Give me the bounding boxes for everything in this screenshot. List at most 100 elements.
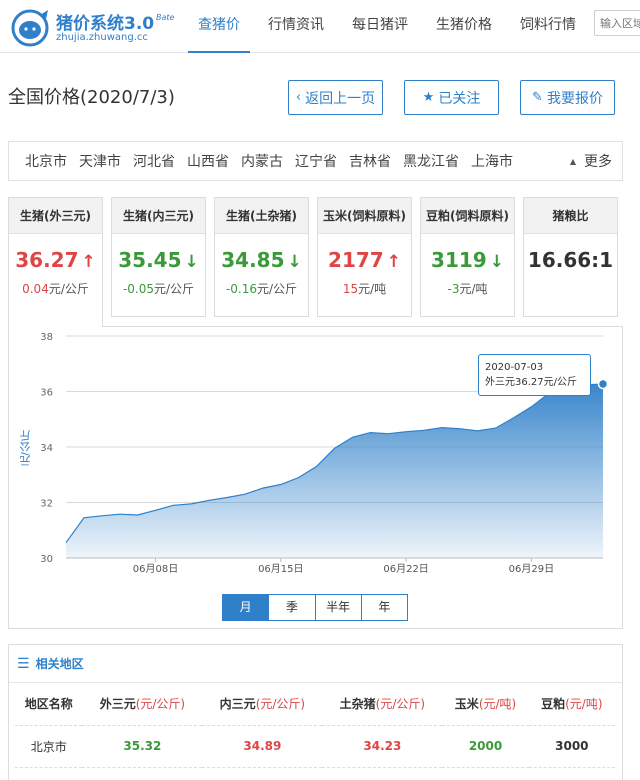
y-tick-label-4: 38 xyxy=(40,332,53,343)
column-header-5: 豆粕(元/吨) xyxy=(528,683,615,726)
price-change-value: -3 xyxy=(447,282,460,296)
region-bar: 北京市 天津市 河北省 山西省 内蒙古 辽宁省 吉林省 黑龙江省 上海市 ▲ 更多 xyxy=(8,141,623,181)
column-unit: (元/公斤) xyxy=(255,697,306,712)
report-price-button[interactable]: ✎ 我要报价 xyxy=(520,80,615,115)
price-card-0[interactable]: 生猪(外三元) 36.27 ↑ 0.04元/公斤 xyxy=(8,197,103,327)
y-tick-label-2: 34 xyxy=(40,443,53,454)
column-name: 地区名称 xyxy=(24,697,73,712)
table-row[interactable]: 北京市 35.32 34.89 34.23 2000 3000 xyxy=(15,725,615,768)
price-card-title: 猪粮比 xyxy=(524,198,617,234)
price-card-3[interactable]: 玉米(饲料原料) 2177 ↑ 15元/吨 xyxy=(317,197,412,317)
related-regions-title: 相关地区 xyxy=(35,657,84,671)
arrow-down-icon: ↓ xyxy=(184,252,199,272)
price-card-change: -0.16元/公斤 xyxy=(215,280,308,297)
edit-icon: ✎ xyxy=(532,90,543,105)
arrow-down-icon: ↓ xyxy=(489,252,504,272)
nav-item-4[interactable]: 饲料行情 xyxy=(510,0,586,53)
column-name: 豆粕 xyxy=(541,697,566,712)
more-regions-button[interactable]: ▲ 更多 xyxy=(570,142,612,180)
follow-button[interactable]: ★ 已关注 xyxy=(404,80,499,115)
arrow-up-icon: ↑ xyxy=(81,252,96,272)
region-item-4[interactable]: 内蒙古 xyxy=(241,151,283,171)
table-header-row: 地区名称 外三元(元/公斤) 内三元(元/公斤) 土杂猪(元/公斤) 玉米(元/吨) 豆粕… xyxy=(15,683,615,726)
price-card-value: 3119 ↓ xyxy=(421,248,514,272)
price-change-unit: 元/公斤 xyxy=(257,282,298,296)
chart-tooltip: 2020-07-03 外三元36.27元/公斤 xyxy=(478,354,591,396)
price-value-text: 16.66:1 xyxy=(527,248,614,272)
region-item-2[interactable]: 河北省 xyxy=(133,151,175,171)
price-card-title: 玉米(饲料原料) xyxy=(318,198,411,234)
follow-button-label: 已关注 xyxy=(438,90,481,107)
column-header-3: 土杂猪(元/公斤) xyxy=(322,683,443,726)
region-item-0[interactable]: 北京市 xyxy=(25,151,67,171)
y-tick-label-0: 30 xyxy=(40,554,53,565)
nav-item-1[interactable]: 行情资讯 xyxy=(258,0,334,53)
triangle-up-icon: ▲ xyxy=(569,156,576,166)
related-regions-table: 地区名称 外三元(元/公斤) 内三元(元/公斤) 土杂猪(元/公斤) 玉米(元/吨) 豆粕… xyxy=(15,683,615,768)
y-tick-label-1: 32 xyxy=(40,499,53,510)
price-value-text: 36.27 xyxy=(15,248,79,272)
table-cell-0: 北京市 xyxy=(15,725,83,768)
table-cell-1: 35.32 xyxy=(82,725,203,768)
price-card-1[interactable]: 生猪(内三元) 35.45 ↓ -0.05元/公斤 xyxy=(111,197,206,317)
price-change-unit: 元/吨 xyxy=(358,282,387,296)
x-tick-label-1: 06月15日 xyxy=(258,563,303,575)
column-name: 内三元 xyxy=(219,697,256,712)
region-item-6[interactable]: 吉林省 xyxy=(349,151,391,171)
top-header: 猪价系统3.0 Bate zhujia.zhuwang.cc 查猪价 行情资讯 每日… xyxy=(0,0,640,53)
region-search-input[interactable] xyxy=(594,10,640,36)
price-change-unit: 元/公斤 xyxy=(154,282,195,296)
chart-range-tabs: 月季半年年 xyxy=(222,594,408,621)
list-icon: ☰ xyxy=(17,655,30,672)
y-tick-label-3: 36 xyxy=(40,388,53,399)
price-cards: 生猪(外三元) 36.27 ↑ 0.04元/公斤 生猪(内三元) 35.45 ↓ -0.05元… xyxy=(8,197,623,327)
range-tab-0[interactable]: 月 xyxy=(223,595,270,620)
price-change-value: -0.05 xyxy=(122,282,154,296)
page-title: 全国价格(2020/7/3) xyxy=(8,87,175,108)
logo-title: 猪价系统3.0 xyxy=(56,14,155,34)
x-tick-label-2: 06月22日 xyxy=(383,563,428,575)
region-item-7[interactable]: 黑龙江省 xyxy=(403,151,459,171)
price-card-value: 16.66:1 xyxy=(524,248,617,272)
nav-item-2[interactable]: 每日猪评 xyxy=(342,0,418,53)
range-tab-2[interactable]: 半年 xyxy=(315,595,362,620)
nav-item-3[interactable]: 生猪价格 xyxy=(426,0,502,53)
region-item-5[interactable]: 辽宁省 xyxy=(295,151,337,171)
price-card-value: 35.45 ↓ xyxy=(112,248,205,272)
column-unit: (元/公斤) xyxy=(135,697,186,712)
region-item-1[interactable]: 天津市 xyxy=(79,151,121,171)
highlighted-point xyxy=(597,378,609,390)
price-card-2[interactable]: 生猪(土杂猪) 34.85 ↓ -0.16元/公斤 xyxy=(214,197,309,317)
chart-y-axis-label: 元/公斤 xyxy=(19,430,32,467)
price-card-title: 生猪(内三元) xyxy=(112,198,205,234)
back-button[interactable]: ‹ 返回上一页 xyxy=(288,80,383,115)
site-logo[interactable]: 猪价系统3.0 Bate zhujia.zhuwang.cc xyxy=(6,5,176,47)
price-card-5[interactable]: 猪粮比 16.66:1 xyxy=(523,197,618,317)
price-card-value: 2177 ↑ xyxy=(318,248,411,272)
region-item-8[interactable]: 上海市 xyxy=(471,151,513,171)
price-value-text: 35.45 xyxy=(118,248,182,272)
price-value-text: 3119 xyxy=(431,248,487,272)
price-card-title: 豆粕(饲料原料) xyxy=(421,198,514,234)
price-card-change: 0.04元/公斤 xyxy=(9,280,102,297)
range-tab-3[interactable]: 年 xyxy=(361,595,407,620)
range-tab-1[interactable]: 季 xyxy=(269,595,316,620)
column-header-4: 玉米(元/吨) xyxy=(442,683,529,726)
price-change-unit: 元/公斤 xyxy=(48,282,89,296)
price-card-value: 36.27 ↑ xyxy=(9,248,102,272)
price-card-value: 34.85 ↓ xyxy=(215,248,308,272)
x-tick-label-0: 06月08日 xyxy=(133,563,178,575)
price-card-4[interactable]: 豆粕(饲料原料) 3119 ↓ -3元/吨 xyxy=(420,197,515,317)
column-name: 土杂猪 xyxy=(339,697,376,712)
price-card-change: 15元/吨 xyxy=(318,280,411,297)
star-icon: ★ xyxy=(422,90,435,105)
more-regions-label: 更多 xyxy=(584,154,612,170)
column-header-2: 内三元(元/公斤) xyxy=(202,683,323,726)
report-price-label: 我要报价 xyxy=(546,90,603,107)
column-header-1: 外三元(元/公斤) xyxy=(82,683,203,726)
nav-item-0[interactable]: 查猪价 xyxy=(188,0,250,53)
column-name: 外三元 xyxy=(99,697,136,712)
region-item-3[interactable]: 山西省 xyxy=(187,151,229,171)
price-card-title: 生猪(外三元) xyxy=(9,198,102,234)
price-value-text: 34.85 xyxy=(221,248,285,272)
